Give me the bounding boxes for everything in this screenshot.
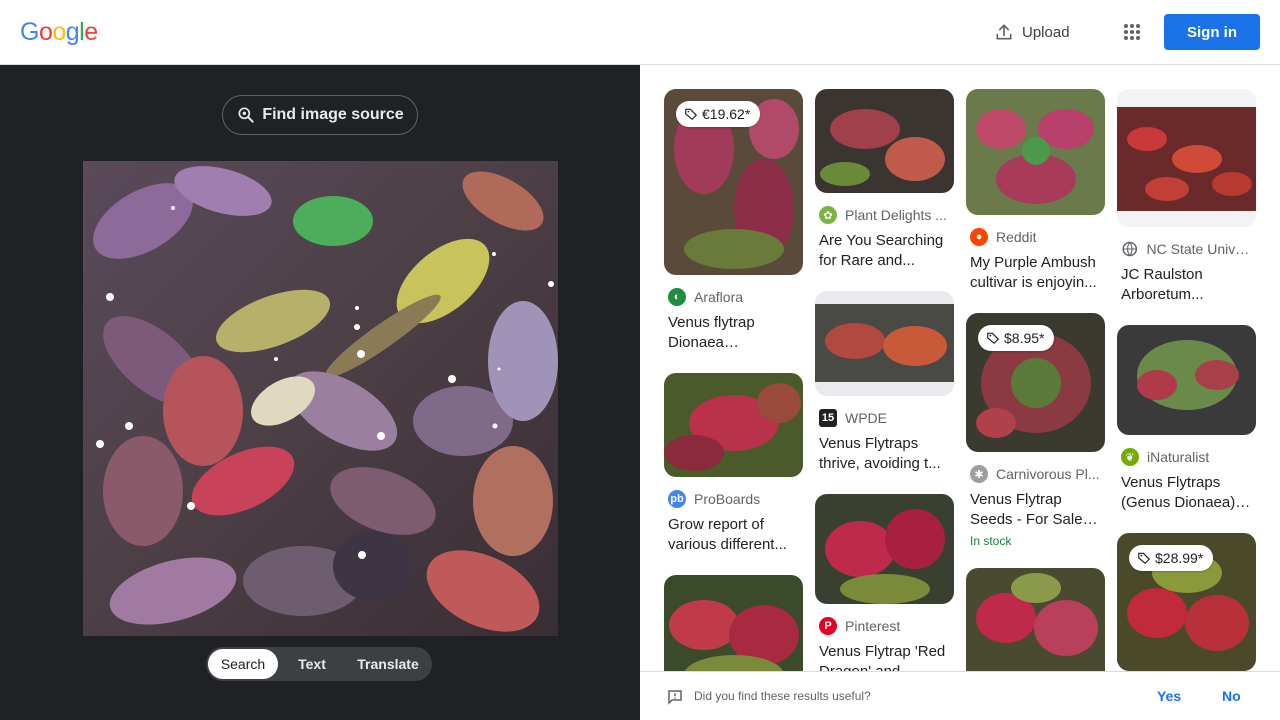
result-title[interactable]: Venus Flytraps thrive, avoiding t...	[819, 434, 950, 474]
logo-letter: o	[52, 18, 66, 46]
proboards-icon: pb	[668, 490, 686, 508]
find-image-source-label: Find image source	[262, 106, 404, 123]
result-source: Plant Delights ...	[845, 207, 947, 223]
upload-button[interactable]: Upload	[986, 14, 1078, 50]
stock-status: In stock	[970, 534, 1012, 548]
results-column: ✿ Plant Delights ... Are You Searching f…	[815, 89, 954, 671]
google-logo[interactable]: Google	[20, 18, 98, 47]
price-badge: $8.95*	[978, 325, 1055, 351]
result-card[interactable]: P Pinterest Venus Flytrap 'Red Dragon' a…	[815, 494, 954, 671]
result-card[interactable]: $8.95* ✱ Carnivorous Pl... Venus Flytrap…	[966, 313, 1105, 548]
results-column: NC State Unive... JC Raulston Arboretum.…	[1117, 89, 1256, 671]
result-thumbnail[interactable]	[664, 373, 803, 477]
logo-letter: G	[20, 18, 39, 46]
upload-icon	[996, 24, 1012, 40]
price-label: €19.62*	[702, 106, 751, 122]
logo-letter: e	[84, 18, 98, 46]
apps-button[interactable]	[1116, 16, 1148, 48]
feedback-no-button[interactable]: No	[1222, 688, 1241, 704]
result-title[interactable]: Venus Flytrap Seeds - For Sale |...	[970, 490, 1101, 530]
reddit-icon: ●	[970, 228, 988, 246]
result-title[interactable]: Are You Searching for Rare and...	[819, 231, 950, 271]
result-card[interactable]: pb ProBoards Grow report of various diff…	[664, 373, 803, 555]
result-source: iNaturalist	[1147, 449, 1210, 465]
result-card[interactable]: €19.62* ◐ Araflora Venus flytrap Dionaea…	[664, 89, 803, 353]
result-thumbnail[interactable]: €19.62*	[664, 89, 803, 275]
result-title[interactable]: Venus flytrap Dionaea muscipul...	[668, 313, 799, 353]
feedback-bar: Did you find these results useful? Yes N…	[640, 671, 1280, 720]
result-thumbnail[interactable]: $28.99*	[1117, 533, 1256, 671]
result-card[interactable]	[664, 575, 803, 671]
result-thumbnail[interactable]	[664, 575, 803, 671]
query-image[interactable]	[83, 161, 558, 636]
price-tag-icon	[987, 332, 1000, 345]
price-tag-icon	[685, 108, 698, 121]
result-thumbnail[interactable]	[815, 291, 954, 396]
results-grid: €19.62* ◐ Araflora Venus flytrap Dionaea…	[640, 65, 1280, 671]
top-bar: Google Upload Sign in	[0, 0, 1280, 65]
wpde-icon: 15	[819, 409, 837, 427]
results-column: €19.62* ◐ Araflora Venus flytrap Dionaea…	[664, 89, 803, 671]
result-thumbnail[interactable]: $8.95*	[966, 313, 1105, 452]
result-title[interactable]: Grow report of various different...	[668, 515, 799, 555]
mode-search-tab[interactable]: Search	[208, 649, 278, 679]
logo-letter: o	[38, 18, 53, 46]
result-title[interactable]: Venus Flytraps (Genus Dionaea) ·...	[1121, 473, 1252, 513]
price-badge: $28.99*	[1129, 545, 1214, 571]
result-thumbnail[interactable]	[815, 494, 954, 604]
result-thumbnail[interactable]	[1117, 325, 1256, 435]
result-thumbnail[interactable]	[1117, 89, 1256, 227]
result-thumbnail[interactable]	[815, 89, 954, 193]
find-image-source-button[interactable]: Find image source	[222, 95, 418, 135]
result-title[interactable]: Venus Flytrap 'Red Dragon' and...	[819, 642, 950, 671]
araflora-icon: ◐	[668, 288, 686, 306]
inaturalist-icon: ❦	[1121, 448, 1139, 466]
result-source: NC State Unive...	[1146, 241, 1252, 257]
result-thumbnail[interactable]	[966, 89, 1105, 215]
price-badge: €19.62*	[676, 101, 761, 127]
results-column: ● Reddit My Purple Ambush cultivar is en…	[966, 89, 1105, 671]
feedback-yes-button[interactable]: Yes	[1157, 688, 1181, 704]
price-label: $8.95*	[1004, 330, 1045, 346]
mode-text-tab[interactable]: Text	[278, 649, 346, 679]
lens-search-icon	[238, 107, 254, 123]
result-title[interactable]: My Purple Ambush cultivar is enjoyin...	[970, 253, 1101, 293]
globe-icon	[1122, 241, 1138, 257]
result-source: Pinterest	[845, 618, 901, 634]
result-source: Carnivorous Pl...	[996, 466, 1100, 482]
result-title[interactable]: JC Raulston Arboretum...	[1121, 265, 1252, 305]
result-card[interactable]: ❦ iNaturalist Venus Flytraps (Genus Dion…	[1117, 325, 1256, 513]
logo-letter: g	[65, 18, 80, 46]
result-card[interactable]: $28.99*	[1117, 533, 1256, 671]
price-label: $28.99*	[1155, 550, 1204, 566]
result-source: Reddit	[996, 229, 1037, 245]
result-card[interactable]: 15 WPDE Venus Flytraps thrive, avoiding …	[815, 291, 954, 474]
feedback-icon	[668, 690, 682, 705]
upload-label: Upload	[1022, 23, 1070, 41]
price-tag-icon	[1138, 552, 1151, 565]
feedback-question: Did you find these results useful?	[694, 689, 871, 703]
result-thumbnail[interactable]	[966, 568, 1105, 671]
carnivorous-plants-icon: ✱	[970, 465, 988, 483]
plant-delights-icon: ✿	[819, 206, 837, 224]
result-card[interactable]: ● Reddit My Purple Ambush cultivar is en…	[966, 89, 1105, 293]
venus-flytrap-photo	[83, 161, 558, 636]
sign-in-button[interactable]: Sign in	[1164, 14, 1260, 50]
result-card[interactable]: NC State Unive... JC Raulston Arboretum.…	[1117, 89, 1256, 305]
query-panel: Find image source Search Text Translate	[0, 65, 640, 720]
pinterest-icon: P	[819, 617, 837, 635]
apps-grid-icon	[1124, 24, 1140, 40]
result-card[interactable]: ✿ Plant Delights ... Are You Searching f…	[815, 89, 954, 271]
mode-segmented-control: Search Text Translate	[206, 647, 432, 681]
result-source: Araflora	[694, 289, 744, 305]
result-source: ProBoards	[694, 491, 761, 507]
result-card[interactable]	[966, 568, 1105, 671]
result-source: WPDE	[845, 410, 887, 426]
mode-translate-tab[interactable]: Translate	[346, 649, 430, 679]
